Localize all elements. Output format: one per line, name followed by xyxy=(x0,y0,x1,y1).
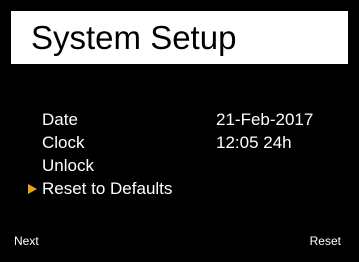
triangle-right-icon xyxy=(28,184,37,194)
menu-item-reset-to-defaults[interactable]: Reset to Defaults xyxy=(0,178,359,202)
menu-item-value: 12:05 24h xyxy=(216,133,292,152)
menu-item-value: 21-Feb-2017 xyxy=(216,110,314,129)
next-softkey[interactable]: Next xyxy=(14,234,39,248)
page-title: System Setup xyxy=(31,19,237,56)
menu-item-date[interactable]: Date 21-Feb-2017 xyxy=(0,109,359,133)
menu-item-label: Unlock xyxy=(42,156,94,175)
menu-item-label: Reset to Defaults xyxy=(42,179,173,198)
menu-item-clock[interactable]: Clock 12:05 24h xyxy=(0,132,359,156)
menu-item-label: Date xyxy=(42,110,78,129)
title-bar: System Setup xyxy=(11,11,348,64)
reset-softkey[interactable]: Reset xyxy=(310,234,341,248)
menu-item-label: Clock xyxy=(42,133,85,152)
device-screen: System Setup Date 21-Feb-2017 Clock 12:0… xyxy=(0,0,359,262)
menu-item-unlock[interactable]: Unlock xyxy=(0,155,359,179)
